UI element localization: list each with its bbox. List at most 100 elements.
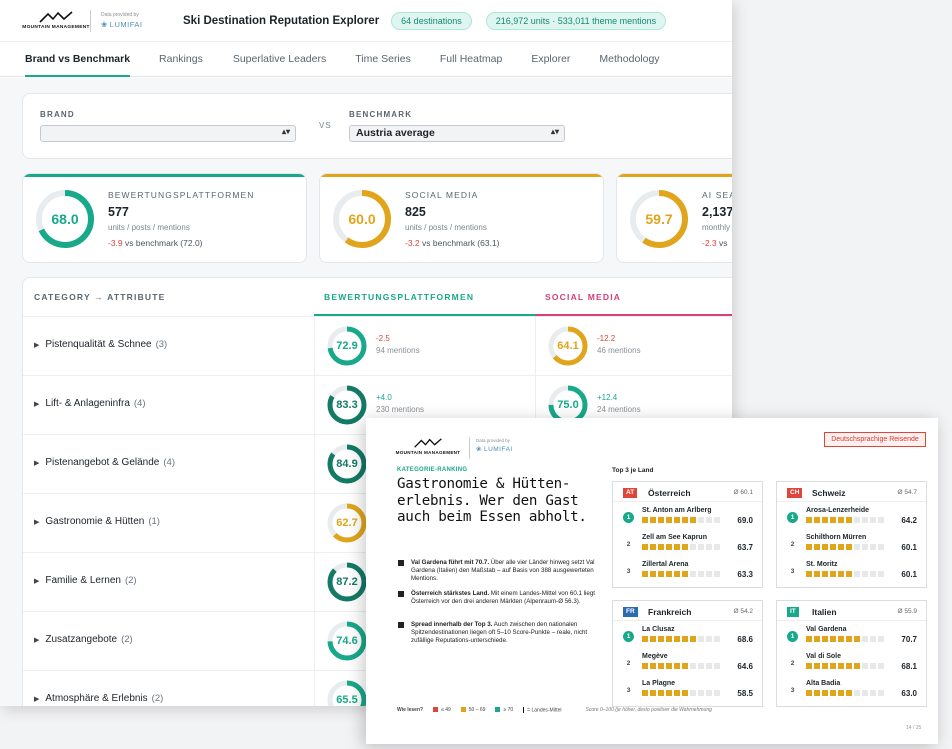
destination-name: Zell am See Kaprun [642, 534, 707, 541]
social-cell: 64.1 -12.2 46 mentions [535, 317, 732, 376]
platforms-score: 74.6 [336, 635, 358, 647]
rank-badge: 3 [790, 687, 795, 694]
legend-high: ≥ 70 [495, 707, 513, 713]
destination-entry[interactable]: 1 St. Anton am Arlberg 69.0 [613, 504, 762, 531]
score-bar-segments [642, 636, 720, 642]
score-segment [854, 690, 860, 696]
score-segment [814, 663, 820, 669]
score-segment [658, 571, 664, 577]
expand-caret-icon[interactable]: ▶ [34, 519, 39, 526]
bullet-bold: Österreich stärkstes Land. [411, 590, 490, 597]
rank-badge: 2 [626, 541, 631, 548]
kpi-card-social: 60.0 SOCIAL MEDIA 825 units / posts / me… [319, 173, 604, 263]
country-name: Österreich [648, 488, 691, 498]
rank-badge: 2 [790, 660, 795, 667]
score-segment [706, 544, 712, 550]
destination-entry[interactable]: 1 La Clusaz 68.6 [613, 623, 762, 650]
score-segment [706, 571, 712, 577]
country-code-badge: AT [623, 488, 638, 498]
score-segment [650, 690, 656, 696]
expand-caret-icon[interactable]: ▶ [34, 342, 39, 349]
score-segment [642, 517, 648, 523]
expand-caret-icon[interactable]: ▶ [34, 637, 39, 644]
destination-entry[interactable]: 3 Alta Badia 63.0 [777, 677, 926, 704]
expand-caret-icon[interactable]: ▶ [34, 401, 39, 408]
country-name: Frankreich [648, 607, 692, 617]
destination-name: Val Gardena [806, 626, 847, 633]
provider-leaf-icon: ❀ [101, 20, 108, 29]
tab-methodology[interactable]: Methodology [599, 42, 659, 77]
score-segment [814, 571, 820, 577]
tab-brand-vs-benchmark[interactable]: Brand vs Benchmark [25, 42, 131, 77]
report-bullet: Spread innerhalb der Top 3. Auch zwische… [397, 621, 607, 645]
destination-entry[interactable]: 1 Arosa-Lenzerheide 64.2 [777, 504, 926, 531]
kpi-label: SOCIAL MEDIA [405, 190, 479, 200]
category-label: Pistenangebot & Gelände [45, 457, 160, 468]
score-bar-segments [806, 690, 884, 696]
benchmark-select[interactable]: Austria average ▴▾ [349, 125, 565, 142]
score-segment [714, 544, 720, 550]
tab-full-heatmap[interactable]: Full Heatmap [440, 42, 502, 77]
score-segment [690, 636, 696, 642]
attribute-count: (3) [155, 339, 168, 350]
legend-low-label: ≤ 49 [441, 707, 451, 714]
rank-badge: 3 [626, 568, 631, 575]
score-segment [822, 571, 828, 577]
provider-leaf-icon: ❀ [476, 446, 482, 453]
score-segment [870, 663, 876, 669]
report-legend: Wie lesen? ≤ 49 50 – 69 ≥ 70 = Landes-Mi… [397, 707, 712, 713]
score-segment [698, 517, 704, 523]
bullet-square-icon [398, 560, 404, 566]
legend-mid-label: 50 – 69 [468, 707, 486, 714]
social-score: 64.1 [557, 340, 579, 352]
score-segment [650, 544, 656, 550]
destination-entry[interactable]: 3 St. Moritz 60.1 [777, 558, 926, 585]
expand-caret-icon[interactable]: ▶ [34, 578, 39, 585]
platforms-score: 65.5 [336, 694, 358, 706]
report-page: MOUNTAIN MANAGEMENT Data provided by ❀ LU… [366, 418, 938, 744]
score-segment [714, 571, 720, 577]
score-segment [838, 571, 844, 577]
expand-caret-icon[interactable]: ▶ [34, 696, 39, 703]
tab-superlative-leaders[interactable]: Superlative Leaders [233, 42, 326, 77]
category-label: Zusatzangebote [45, 634, 118, 645]
rank-badge: 3 [626, 687, 631, 694]
score-segment [838, 517, 844, 523]
table-row[interactable]: ▶ Pistenqualität & Schnee (3) 72.9 -2.5 94 me… [23, 316, 732, 376]
score-segment [822, 663, 828, 669]
destination-entry[interactable]: 1 Val Gardena 70.7 [777, 623, 926, 650]
tab-explorer[interactable]: Explorer [531, 42, 570, 77]
score-segment [690, 517, 696, 523]
destination-entry[interactable]: 2 Val di Sole 68.1 [777, 650, 926, 677]
country-code-badge: CH [787, 488, 803, 498]
legend-low: ≤ 49 [433, 707, 451, 713]
brand-label: BRAND [40, 110, 75, 119]
destination-entry[interactable]: 2 Zell am See Kaprun 63.7 [613, 531, 762, 558]
score-segment [806, 663, 812, 669]
score-segment [674, 544, 680, 550]
kpi-delta-line: -3.2 vs benchmark (63.1) [405, 238, 500, 248]
tab-rankings[interactable]: Rankings [159, 42, 203, 77]
kpi-delta: -3.9 [108, 238, 123, 248]
attribute-count: (2) [151, 693, 164, 704]
expand-caret-icon[interactable]: ▶ [34, 460, 39, 467]
score-segment [674, 517, 680, 523]
legend-mean-label: = Landes-Mittel [527, 707, 562, 714]
score-segment [682, 663, 688, 669]
bullet-bold: Spread innerhalb der Top 3. [411, 621, 493, 628]
destination-entry[interactable]: 3 Zillertal Arena 63.3 [613, 558, 762, 585]
attribute-count: (1) [148, 516, 160, 527]
rank-badge: 1 [623, 631, 634, 642]
score-segment [682, 544, 688, 550]
score-segment [870, 636, 876, 642]
tab-time-series[interactable]: Time Series [355, 42, 411, 77]
score-segment [814, 690, 820, 696]
score-bar-segments [806, 636, 884, 642]
destination-entry[interactable]: 2 Megève 64.6 [613, 650, 762, 677]
rank-badge: 2 [790, 541, 795, 548]
brand-select[interactable]: ▴▾ [40, 125, 296, 142]
kpi-score: 60.0 [348, 211, 376, 227]
destination-entry[interactable]: 2 Schilthorn Mürren 60.1 [777, 531, 926, 558]
destination-entry[interactable]: 3 La Plagne 58.5 [613, 677, 762, 704]
kpi-delta: -2.3 [702, 238, 717, 248]
